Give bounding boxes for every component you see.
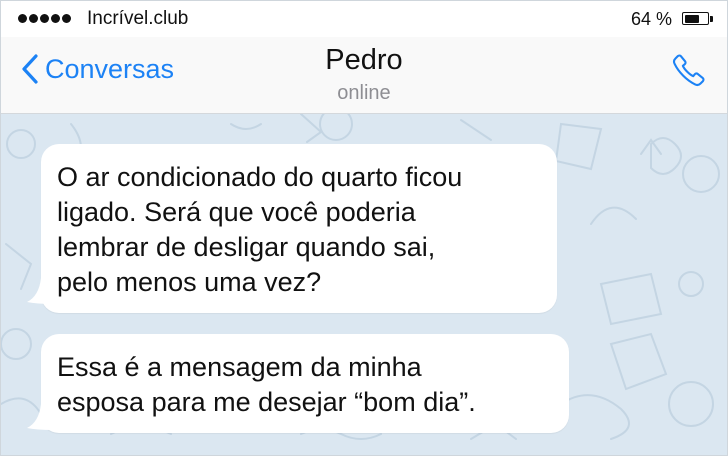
contact-name[interactable]: Pedro (1, 44, 727, 77)
status-bar: Incrível.club 64 % (1, 1, 727, 37)
phone-icon (673, 54, 705, 86)
contact-status: online (337, 82, 391, 104)
received-message-bubble[interactable]: O ar condicionado do quarto ficou ligado… (41, 144, 557, 313)
message-text-line: Essa é a mensagem da minha (57, 352, 422, 382)
message-text-line: pelo menos uma vez? (57, 267, 322, 297)
call-button[interactable] (671, 52, 707, 93)
message-text-line: esposa para me desejar “bom dia”. (57, 387, 476, 417)
battery-tip (710, 16, 713, 22)
signal-strength-icon (18, 14, 71, 23)
conversation-header: Conversas Pedro online (1, 37, 727, 114)
carrier-name: Incrível.club (87, 8, 189, 29)
bubble-tail (27, 404, 53, 430)
received-message-bubble[interactable]: Essa é a mensagem da minha esposa para m… (41, 334, 569, 433)
message-list[interactable]: O ar condicionado do quarto ficou ligado… (1, 114, 727, 455)
message-text-line: O ar condicionado do quarto ficou (57, 162, 463, 192)
phone-screen: Incrível.club 64 % Conversas Pedro onlin… (0, 0, 728, 456)
message-text-line: lembrar de desligar quando sai, (57, 232, 436, 262)
message-text-line: ligado. Será que você poderia (57, 197, 416, 227)
battery-level (684, 14, 699, 23)
battery-icon (682, 12, 709, 25)
battery-percentage: 64 % (631, 9, 673, 29)
bubble-tail (27, 278, 53, 304)
